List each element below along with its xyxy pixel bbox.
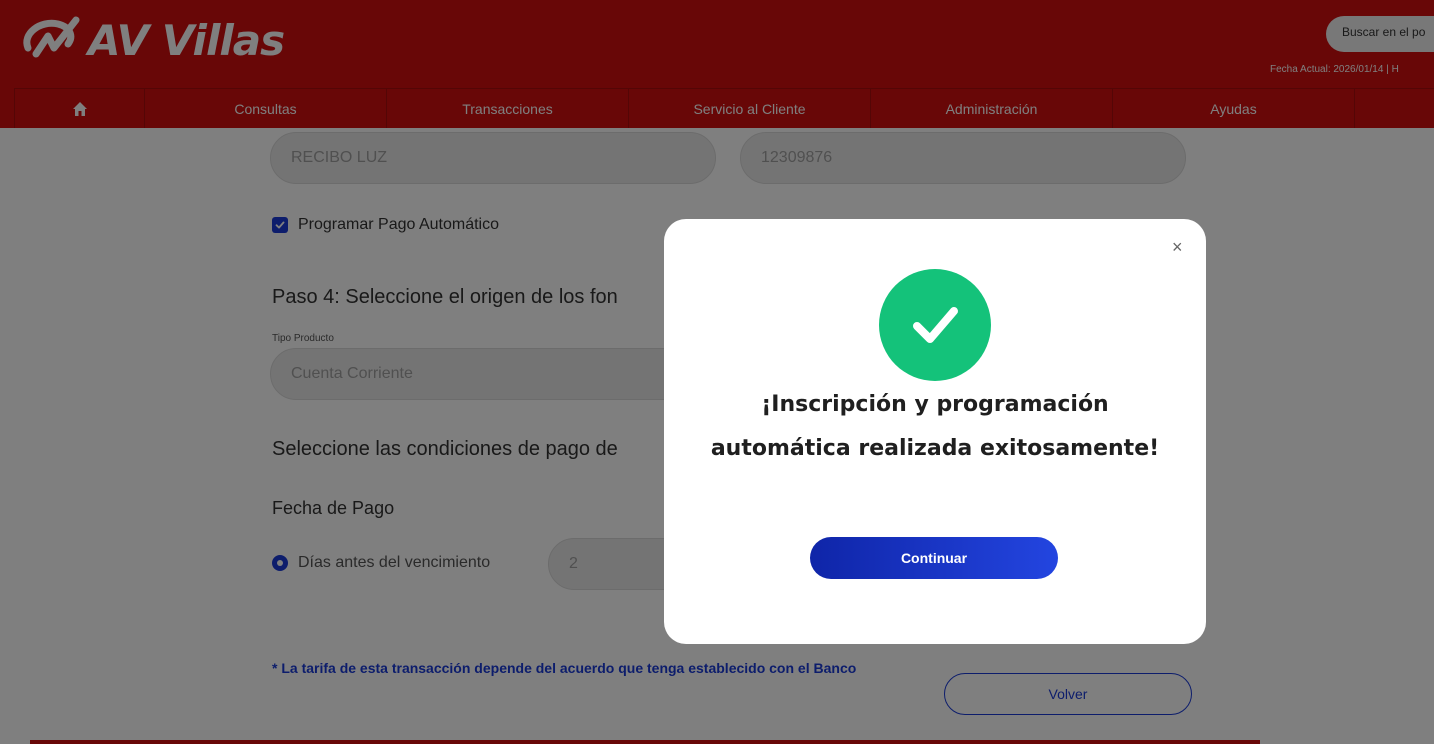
success-message: ¡Inscripción y programación automática r… [710,392,1160,461]
continue-button[interactable]: Continuar [810,537,1058,579]
check-circle-icon [879,269,991,381]
close-icon[interactable]: × [1172,237,1183,258]
success-modal: × ¡Inscripción y programación automática… [664,219,1206,644]
